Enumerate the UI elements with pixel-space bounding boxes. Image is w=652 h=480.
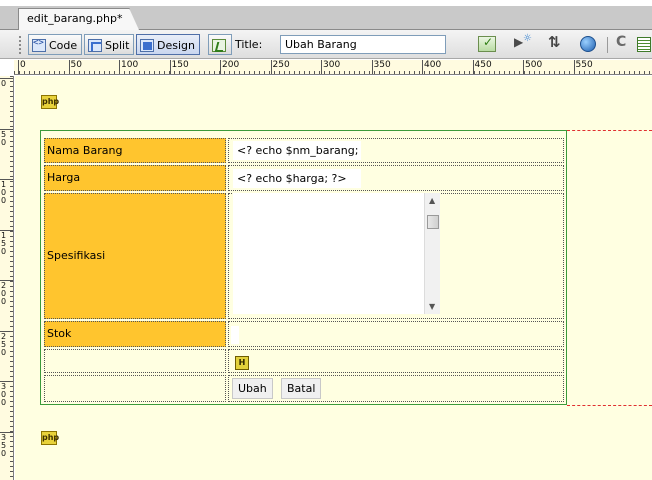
empty-label-cell-2	[44, 375, 226, 402]
php-tag-icon-bottom[interactable]: php	[41, 431, 59, 445]
stok-input[interactable]	[231, 326, 239, 344]
button-cell	[228, 375, 564, 402]
value-cell-stok	[228, 321, 564, 347]
split-view-button[interactable]: Split	[84, 34, 135, 55]
document-tab-bar: edit_barang.php*	[0, 6, 652, 30]
vruler-number: 300	[1, 382, 7, 407]
margin-guide-top	[567, 130, 652, 131]
vruler-number: 100	[1, 180, 7, 205]
label-spesifikasi: Spesifikasi	[44, 193, 226, 319]
toolbar-grip[interactable]	[19, 36, 23, 54]
split-view-icon	[88, 39, 102, 52]
file-transfer-icon[interactable]	[547, 33, 565, 52]
ruler-major-tick	[169, 60, 171, 74]
scroll-thumb[interactable]	[427, 215, 439, 229]
ruler-major-tick	[68, 60, 70, 74]
live-view-button[interactable]	[208, 34, 232, 55]
vruler-number: 350	[1, 432, 7, 458]
ruler-number: 400	[424, 60, 442, 70]
label-harga: Harga	[44, 165, 226, 191]
document-tab[interactable]: edit_barang.php*	[18, 8, 139, 30]
ruler-number: 50	[70, 60, 82, 70]
ruler-major-tick	[472, 60, 474, 74]
php-tag-icon[interactable]: php	[41, 95, 59, 109]
preview-icon[interactable]	[514, 33, 532, 52]
vruler-number: 250	[1, 331, 7, 357]
ruler-major-tick	[220, 60, 221, 74]
document-tab-label: edit_barang.php*	[27, 12, 123, 25]
ruler-major-tick	[119, 60, 120, 74]
code-view-icon	[32, 38, 46, 52]
validate-icon[interactable]	[478, 35, 496, 52]
ruler-number: 550	[575, 60, 593, 70]
ruler-number: 100	[121, 60, 139, 70]
ruler-major-tick	[523, 60, 524, 74]
batal-button[interactable]: Batal	[281, 378, 322, 399]
ruler-major-tick	[371, 60, 373, 74]
textarea-scrollbar[interactable]: ▲ ▼	[424, 193, 440, 314]
vertical-ruler: 0 50 100 150 200 250 300 350	[0, 76, 14, 480]
ruler-number: 300	[323, 60, 341, 70]
ruler-number: 350	[373, 60, 391, 70]
margin-guide-bottom	[567, 405, 652, 406]
vruler-number: 0	[1, 79, 7, 88]
scroll-up-arrow-icon[interactable]: ▲	[429, 196, 435, 205]
design-canvas[interactable]: php Nama Barang <? echo $nm_barang; ? Ha…	[15, 76, 652, 480]
code-view-button[interactable]: Code	[28, 34, 83, 55]
empty-label-cell	[44, 349, 226, 373]
ruler-major-tick	[422, 60, 423, 74]
harga-input[interactable]: <? echo $harga; ?>	[233, 169, 361, 188]
ruler-number: 150	[171, 60, 189, 70]
visual-aids-icon[interactable]	[636, 36, 652, 52]
ruler-number: 500	[525, 60, 543, 70]
hidden-field-icon[interactable]: H	[235, 356, 249, 370]
design-view-button[interactable]: Design	[136, 34, 200, 55]
ruler-number: 450	[474, 60, 492, 70]
document-toolbar: Code Split Design Title: Ubah Barang	[0, 30, 652, 59]
title-label: Title:	[235, 38, 263, 51]
split-view-label: Split	[105, 39, 130, 52]
toolbar-separator	[607, 37, 608, 53]
vruler-number: 50	[1, 129, 7, 147]
scroll-down-arrow-icon[interactable]: ▼	[429, 302, 435, 311]
hidden-field-cell	[228, 349, 564, 373]
vruler-number: 200	[1, 281, 7, 306]
ruler-major-tick	[18, 60, 19, 74]
code-view-label: Code	[49, 39, 78, 52]
refresh-icon[interactable]	[614, 34, 632, 52]
label-stok: Stok	[44, 321, 226, 347]
horizontal-ruler: 0 50 100 150 200 250 300 350 400 450 500 550	[14, 60, 652, 75]
title-input[interactable]: Ubah Barang	[280, 35, 446, 54]
label-nama-barang: Nama Barang	[44, 138, 226, 163]
ruler-major-tick	[573, 60, 575, 74]
live-view-icon	[212, 39, 226, 52]
dreamweaver-document-window: edit_barang.php* Code Split Design Title…	[0, 0, 652, 480]
ruler-number: 0	[20, 60, 26, 70]
browser-check-icon[interactable]	[580, 36, 596, 52]
design-view-label: Design	[157, 39, 195, 52]
ruler-major-tick	[270, 60, 272, 74]
ubah-button[interactable]: Ubah	[232, 378, 273, 399]
design-view-icon	[140, 39, 154, 52]
ruler-number: 200	[222, 60, 240, 70]
spesifikasi-textarea[interactable]: ▲ ▼	[233, 193, 440, 314]
nama-barang-input[interactable]: <? echo $nm_barang; ?	[233, 141, 361, 160]
ruler-number: 250	[272, 60, 290, 70]
vruler-number: 150	[1, 230, 7, 256]
ruler-major-tick	[321, 60, 322, 74]
